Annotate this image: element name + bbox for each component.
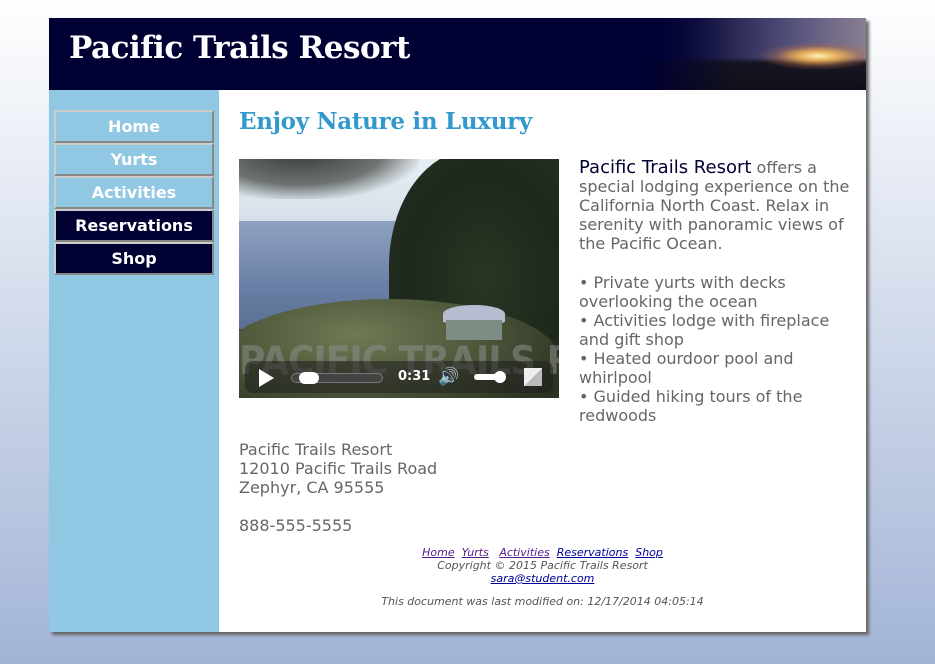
contact-info: Pacific Trails Resort 12010 Pacific Trai… (239, 440, 437, 535)
nav-activities[interactable]: Activities (54, 176, 214, 209)
footer-nav: Home Yurts Activities Reservations Shop (219, 546, 866, 559)
sunset-banner-image (646, 18, 866, 90)
list-item: Private yurts with decks overlooking the… (579, 273, 854, 311)
intro-paragraph: Pacific Trails Resort offers a special l… (579, 158, 854, 253)
email-link[interactable]: sara@student.com (491, 572, 595, 585)
video-controls: 0:31 🔊 (245, 361, 553, 393)
copyright: Copyright © 2015 Pacific Trails Resort (437, 559, 648, 572)
features-list: Private yurts with decks overlooking the… (579, 273, 854, 425)
play-icon[interactable] (259, 369, 274, 387)
video-player[interactable]: PACIFIC TRAILS RESORT 0:31 🔊 (239, 159, 559, 398)
nav-shop[interactable]: Shop (54, 242, 214, 275)
footer-link-activities[interactable]: Activities (499, 546, 549, 559)
sidebar-nav: Home Yurts Activities Reservations Shop (49, 90, 219, 632)
site-header: Pacific Trails Resort (49, 18, 866, 90)
list-item: Activities lodge with fireplace and gift… (579, 311, 854, 349)
seek-bar[interactable] (291, 372, 383, 384)
page-heading: Enjoy Nature in Luxury (239, 108, 532, 135)
footer-link-shop[interactable]: Shop (635, 546, 663, 559)
volume-handle[interactable] (494, 371, 506, 383)
list-item: Guided hiking tours of the redwoods (579, 387, 854, 425)
footer-link-yurts[interactable]: Yurts (462, 546, 489, 559)
video-time: 0:31 (398, 369, 431, 384)
contact-name: Pacific Trails Resort (239, 440, 393, 459)
volume-icon[interactable]: 🔊 (438, 367, 459, 387)
last-modified: This document was last modified on: 12/1… (381, 595, 704, 608)
nav-yurts[interactable]: Yurts (54, 143, 214, 176)
site-footer: Home Yurts Activities Reservations Shop … (219, 546, 866, 608)
volume-slider[interactable] (474, 371, 506, 383)
site-title: Pacific Trails Resort (69, 30, 410, 66)
footer-link-reservations[interactable]: Reservations (557, 546, 628, 559)
seek-handle[interactable] (299, 372, 319, 384)
list-item: Heated ourdoor pool and whirlpool (579, 349, 854, 387)
contact-phone: 888-555-5555 (239, 516, 353, 535)
nav-home[interactable]: Home (54, 110, 214, 143)
contact-street: 12010 Pacific Trails Road (239, 459, 438, 478)
contact-city: Zephyr, CA 95555 (239, 478, 385, 497)
nav-reservations[interactable]: Reservations (54, 209, 214, 242)
yurt-image (443, 305, 505, 341)
page-wrapper: Pacific Trails Resort Home Yurts Activit… (49, 18, 866, 632)
footer-link-home[interactable]: Home (422, 546, 454, 559)
intro-brand: Pacific Trails Resort (579, 157, 752, 178)
fullscreen-icon[interactable] (524, 368, 542, 386)
